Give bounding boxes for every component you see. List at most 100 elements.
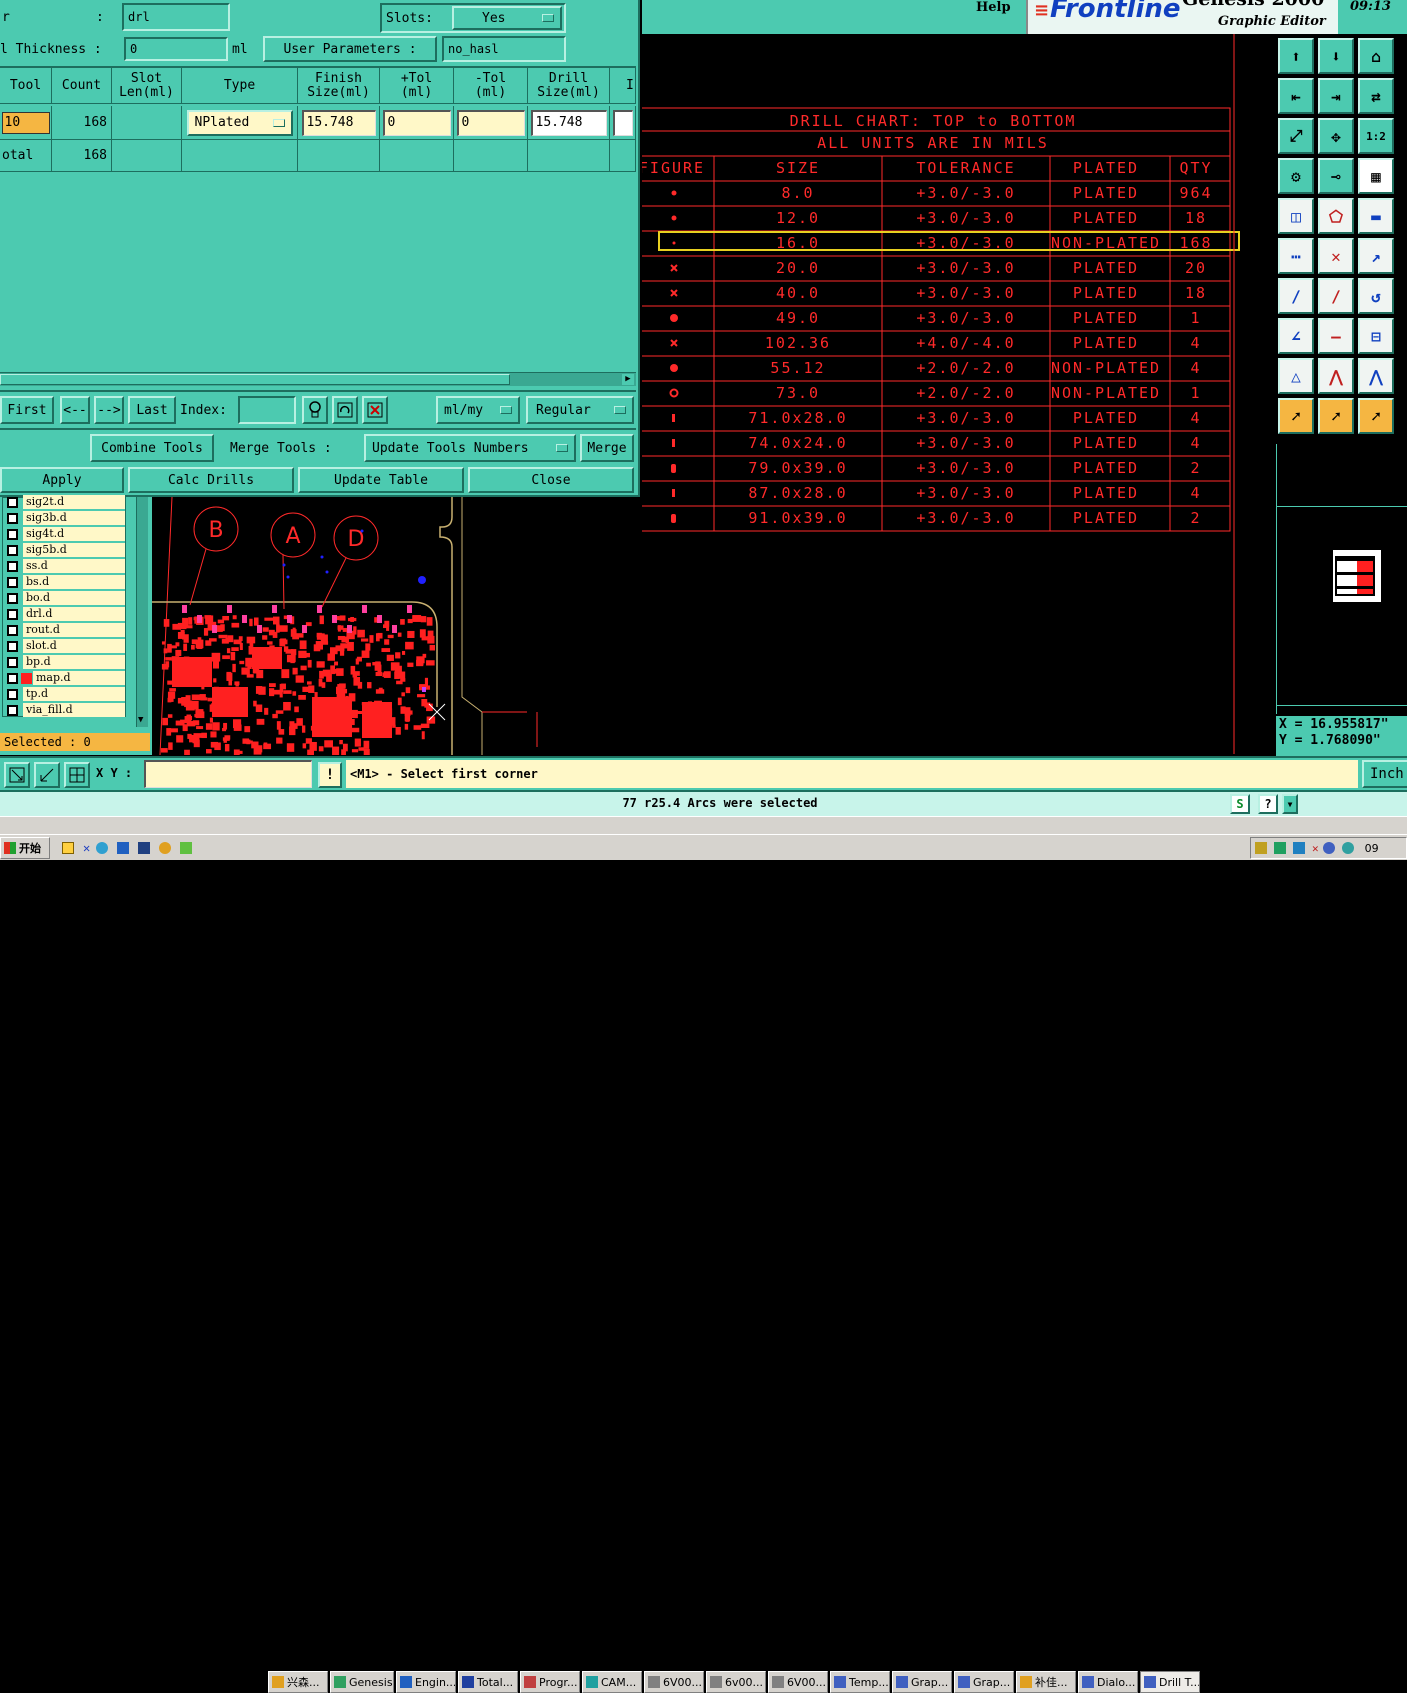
import-icon-button[interactable]: ⇤	[1278, 78, 1314, 114]
thickness-field[interactable]: 0	[124, 37, 228, 61]
layer-item[interactable]: bo.d	[7, 590, 125, 606]
taskbar-item[interactable]: 补佳...	[1016, 1671, 1076, 1693]
finish-size-input[interactable]: 15.748	[301, 109, 376, 136]
layer-checkbox[interactable]	[7, 624, 18, 636]
taskbar-item[interactable]: Temp...	[830, 1671, 890, 1693]
table-row[interactable]: 10	[0, 106, 52, 140]
update-numbers-dropdown[interactable]: Update Tools Numbers	[364, 434, 576, 462]
layer-checkbox[interactable]	[7, 544, 18, 556]
tray-app-icon[interactable]	[1274, 842, 1286, 854]
layer-checkbox[interactable]	[7, 512, 18, 524]
tray-globe-icon[interactable]	[1341, 842, 1354, 854]
measure-icon-button[interactable]	[34, 762, 60, 788]
arch-icon-button[interactable]: ⋀	[1318, 358, 1354, 394]
layer-item[interactable]: tp.d	[7, 686, 125, 702]
layers-icon-button[interactable]: ▦	[1358, 158, 1394, 194]
extra-input[interactable]	[612, 109, 633, 136]
name-field[interactable]: drl	[122, 3, 230, 31]
select-icon-button[interactable]: ➚	[1278, 398, 1314, 434]
scroll-down-icon[interactable]: ▼	[138, 715, 143, 725]
layer-item[interactable]: sig2t.d	[7, 494, 125, 510]
shield-icon[interactable]	[117, 842, 130, 854]
units-dropdown[interactable]: ml/my	[436, 396, 520, 424]
plus-tol-input[interactable]: 0	[382, 109, 451, 136]
cross-icon-button[interactable]: ✕	[1318, 238, 1354, 274]
taskbar-item[interactable]: Grap...	[892, 1671, 952, 1693]
line-icon-button[interactable]: ∕	[1278, 278, 1314, 314]
help-icon-button[interactable]: ?	[1258, 794, 1278, 814]
ruler-icon-button[interactable]: ▬	[1358, 198, 1394, 234]
move-down-icon-button[interactable]: ⬇	[1318, 38, 1354, 74]
minus-tol-input[interactable]: 0	[456, 109, 525, 136]
zoom-box-icon-button[interactable]	[4, 762, 30, 788]
layer-checkbox[interactable]	[7, 656, 18, 668]
delete-icon-button[interactable]	[362, 396, 388, 424]
arch2-icon-button[interactable]: ⋀	[1358, 358, 1394, 394]
folder-icon[interactable]	[180, 842, 193, 854]
connect-icon-button[interactable]: ↗	[1358, 238, 1394, 274]
index-field[interactable]	[238, 396, 296, 424]
tray-monitor-icon[interactable]	[1293, 842, 1305, 854]
taskbar-item[interactable]: Dialo...	[1078, 1671, 1138, 1693]
taskbar-item[interactable]: Genesis	[330, 1671, 394, 1693]
taskbar-item[interactable]: Drill T...	[1140, 1671, 1200, 1693]
rotate-icon-button[interactable]: ↺	[1358, 278, 1394, 314]
layer-checkbox[interactable]	[7, 608, 18, 620]
layer-item[interactable]: sig5b.d	[7, 542, 125, 558]
taskbar-item[interactable]: 兴森...	[268, 1671, 328, 1693]
update-table-button[interactable]: Update Table	[298, 467, 464, 493]
move-up-icon-button[interactable]: ⬆	[1278, 38, 1314, 74]
disk-icon[interactable]	[138, 842, 151, 854]
layer-checkbox[interactable]	[7, 576, 18, 588]
layer-checkbox[interactable]	[7, 704, 18, 716]
layer-item[interactable]: via_fill.d	[7, 702, 125, 718]
swap-icon-button[interactable]: ⇄	[1358, 78, 1394, 114]
layer-checkbox[interactable]	[7, 592, 18, 604]
first-button[interactable]: First	[0, 396, 54, 424]
pcb-view[interactable]: BAD	[152, 497, 642, 755]
taskbar-item[interactable]: Grap...	[954, 1671, 1014, 1693]
taskbar-item[interactable]: 6V00...	[644, 1671, 704, 1693]
layer-item[interactable]: rout.d	[7, 622, 125, 638]
combine-tools-button[interactable]: Combine Tools	[90, 434, 214, 462]
delta-icon-button[interactable]: △	[1278, 358, 1314, 394]
taskbar-item[interactable]: Engin...	[396, 1671, 456, 1693]
layer-checkbox[interactable]	[7, 688, 18, 700]
layer-checkbox[interactable]	[7, 496, 18, 508]
refresh-icon-button[interactable]	[332, 396, 358, 424]
grid-icon-button[interactable]	[64, 762, 90, 788]
taskbar-item[interactable]: Total...	[458, 1671, 518, 1693]
layer-item[interactable]: ss.d	[7, 558, 125, 574]
prev-button[interactable]: <--	[60, 396, 90, 424]
alert-icon-button[interactable]: !	[318, 762, 342, 788]
merge-button[interactable]: Merge	[580, 434, 634, 462]
help-menu[interactable]: Help	[976, 0, 1011, 15]
probe-icon-button[interactable]: ⊸	[1318, 158, 1354, 194]
minus-icon-button[interactable]: —	[1318, 318, 1354, 354]
layer-checkbox[interactable]	[7, 560, 18, 572]
tool-number-cell[interactable]: 10	[1, 111, 50, 134]
doc-icon[interactable]	[62, 842, 74, 854]
home-icon-button[interactable]: ⌂	[1358, 38, 1394, 74]
zoom-icon-button[interactable]: ✥	[1318, 118, 1354, 154]
drill-size-input[interactable]: 15.748	[530, 109, 607, 136]
taskbar-item[interactable]: CAM...	[582, 1671, 642, 1693]
scroll-right-icon[interactable]: ▶	[622, 374, 634, 385]
layer-checkbox[interactable]	[7, 640, 18, 652]
type-dropdown[interactable]: NPlated	[186, 109, 293, 136]
tray-sync-icon[interactable]	[1322, 842, 1335, 854]
close-button[interactable]: Close	[468, 467, 634, 493]
globe-icon[interactable]	[96, 842, 109, 854]
layer-item[interactable]: map.d	[7, 670, 125, 686]
slots-dropdown[interactable]: Yes	[452, 6, 562, 30]
bulb-icon-button[interactable]	[302, 396, 328, 424]
taskbar-item[interactable]: Progr...	[520, 1671, 580, 1693]
tray-network-icon[interactable]	[1255, 842, 1267, 854]
taskbar-item[interactable]: 6V00...	[768, 1671, 828, 1693]
route-icon-button[interactable]: ∠	[1278, 318, 1314, 354]
snapshot-icon-button[interactable]: ◫	[1278, 198, 1314, 234]
apply-button[interactable]: Apply	[0, 467, 124, 493]
sheet-icon-button[interactable]: S	[1230, 794, 1250, 814]
dimension-icon-button[interactable]: ⊟	[1358, 318, 1394, 354]
xy-input[interactable]	[144, 760, 312, 788]
